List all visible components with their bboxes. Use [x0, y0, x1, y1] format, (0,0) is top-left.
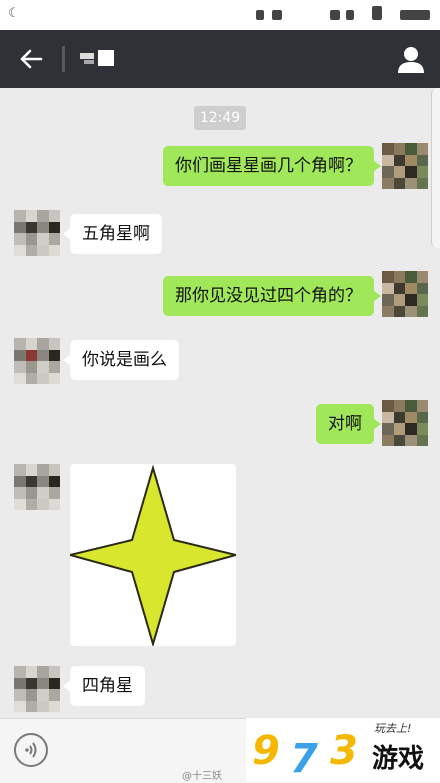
brand-name: 游戏 — [372, 744, 425, 774]
voice-icon — [25, 742, 37, 758]
moon-icon: ☾ — [8, 6, 20, 21]
weibo-watermark: @十三妖 — [182, 771, 222, 782]
contact-avatar[interactable] — [14, 210, 60, 256]
contact-message-bubble[interactable]: 你说是画么 — [63, 340, 179, 380]
brand-digit-9: 9 — [252, 728, 280, 774]
status-bar: ☾ — [0, 0, 440, 30]
profile-icon[interactable] — [396, 44, 426, 74]
my-message-bubble[interactable]: 对啊 — [316, 404, 381, 444]
my-avatar[interactable] — [382, 143, 428, 189]
my-message-bubble[interactable]: 那你见没见过四个角的？ — [163, 276, 381, 316]
clock-masked — [400, 10, 430, 20]
my-avatar[interactable] — [382, 271, 428, 317]
image-message[interactable] — [70, 464, 236, 646]
voice-input-button[interactable] — [14, 733, 48, 767]
status-icon — [346, 10, 354, 20]
contact-avatar[interactable] — [14, 666, 60, 712]
timestamp: 12:49 — [194, 106, 246, 130]
chat-area[interactable]: 12:49 你们画星星画几个角啊？ 五角星啊 那你见没见过四个角的？ 你说是画么… — [0, 88, 440, 718]
my-avatar[interactable] — [382, 400, 428, 446]
chat-header — [0, 30, 440, 88]
back-arrow-icon[interactable] — [16, 44, 46, 74]
contact-message-bubble[interactable]: 四角星 — [63, 666, 145, 706]
brand-tagline: 玩去上! — [374, 722, 412, 735]
status-icon — [256, 10, 264, 20]
brand-digit-3: 3 — [330, 728, 358, 774]
battery-icon — [372, 6, 382, 20]
edge-panel-handle[interactable] — [431, 88, 440, 248]
chat-title-masked — [80, 50, 120, 68]
contact-message-bubble[interactable]: 五角星啊 — [63, 214, 162, 254]
contact-avatar[interactable] — [14, 464, 60, 510]
status-icon — [330, 10, 340, 20]
brand-logo: 玩去上! 9 7 3 游戏 — [246, 718, 440, 782]
contact-avatar[interactable] — [14, 338, 60, 384]
brand-digit-7: 7 — [290, 736, 318, 782]
status-icon — [272, 10, 282, 20]
header-divider — [62, 46, 65, 72]
four-pointed-star-image — [70, 464, 236, 646]
my-message-bubble[interactable]: 你们画星星画几个角啊？ — [163, 146, 381, 186]
